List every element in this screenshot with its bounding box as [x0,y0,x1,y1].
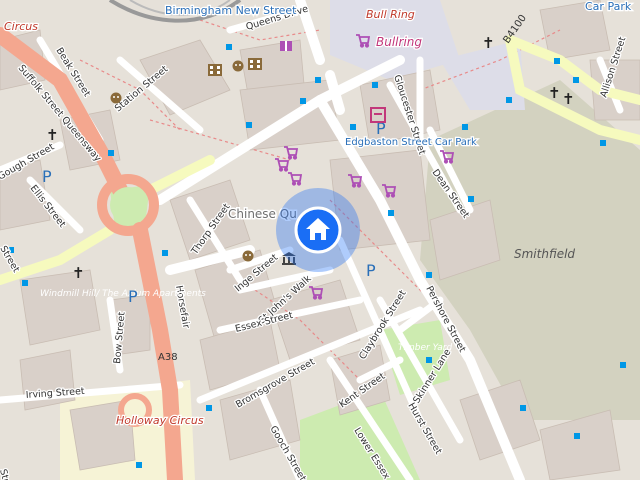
road-ref-a38: A38 [158,352,178,363]
parking-icon[interactable]: P [128,287,138,306]
gift-icon [280,41,292,51]
bus-stop-icon [426,272,432,278]
holloway-circus-label: Holloway Circus [116,414,204,427]
roundabout-island [110,187,146,223]
bus-stop-icon [388,210,394,216]
church-icon: ✝ [562,90,575,108]
map-canvas[interactable]: Queens Drive Suffolk Street Queensway Be… [0,0,640,480]
bus-stop-icon [22,280,28,286]
car-park-label-top: Car Park [585,0,632,13]
bus-stop-icon [226,44,232,50]
bus-stop-icon [372,82,378,88]
timber-yard-label: Timber Yard [398,343,452,353]
bus-stop-icon [246,122,252,128]
bus-stop-icon [206,405,212,411]
bull-ring-label: Bull Ring [366,8,415,21]
location-marker[interactable] [276,188,360,272]
edgbaston-car-park-label: Edgbaston Street Car Park [345,137,477,148]
film-icon [248,58,262,70]
edgbaston-car-park: Edgbaston Street Car Park [344,136,479,150]
bus-stop-icon [600,140,606,146]
bus-stop-icon [573,77,579,83]
station-label: Birmingham New Street [165,4,297,17]
theatre-icon [110,92,122,104]
church-icon: ✝ [46,126,59,144]
windmill-label: Windmill Hill/ The Axium Apartments [40,289,206,299]
bus-stop-icon [520,405,526,411]
film-icon [208,64,222,76]
parking-icon[interactable]: P [42,167,52,186]
bus-stop-icon [506,97,512,103]
bus-stop-icon [300,98,306,104]
bus-stop-icon [426,357,432,363]
bus-stop-icon [108,150,114,156]
map-layer: Queens Drive Suffolk Street Queensway Be… [0,0,640,480]
parking-icon[interactable]: P [366,261,376,280]
bus-stop-icon [136,462,142,468]
smithfield-label: Smithfield [514,247,575,261]
church-icon: ✝ [548,84,561,102]
bus-stop-icon [554,58,560,64]
bus-stop-icon [620,362,626,368]
bus-stop-icon [162,250,168,256]
theatre-icon [242,250,254,262]
bus-stop-icon [468,196,474,202]
church-icon: ✝ [72,264,85,282]
bus-stop-icon [350,124,356,130]
bus-stop-icon [315,77,321,83]
bus-stop-icon [462,124,468,130]
church-icon: ✝ [482,34,495,52]
bullring-label: Bullring [376,35,422,49]
circus-label: Circus [4,20,38,33]
theatre-icon [232,60,244,72]
bus-stop-icon [574,433,580,439]
